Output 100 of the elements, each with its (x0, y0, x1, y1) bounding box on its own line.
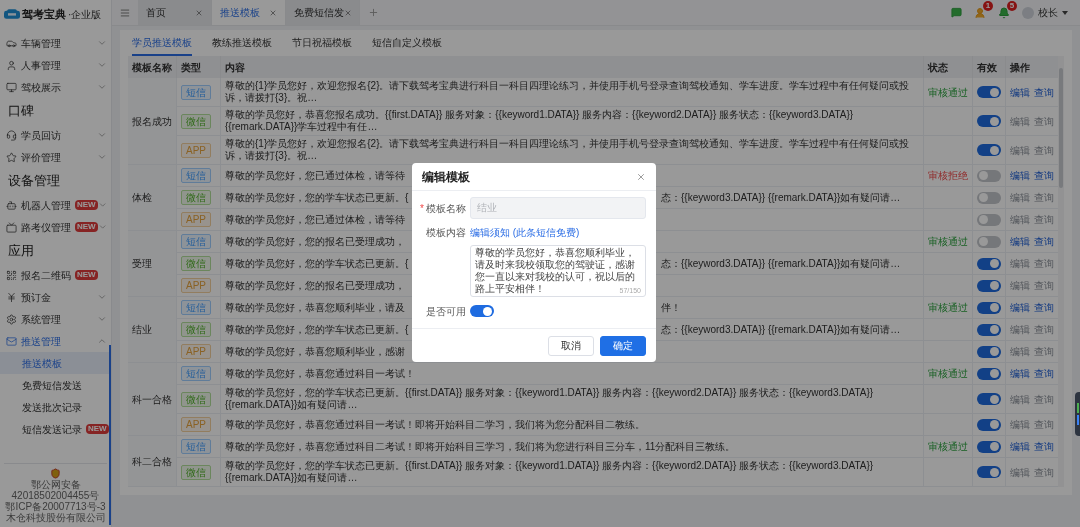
toggle-switch[interactable] (977, 301, 1001, 314)
type-tag: 短信 (181, 168, 211, 183)
toggle-switch[interactable] (977, 191, 1001, 204)
action-link[interactable]: 编辑 (1010, 366, 1030, 381)
menu-item[interactable]: 人事管理 (0, 54, 111, 76)
monitor-icon (6, 81, 17, 93)
menu-item[interactable]: 报名二维码 NEW (0, 264, 111, 286)
type-tag: 微信 (181, 322, 211, 337)
status-text: 审核通过 (928, 368, 968, 379)
toggle-switch[interactable] (977, 257, 1001, 270)
menu-item[interactable]: 系统管理 (0, 308, 111, 330)
toggle-switch[interactable] (977, 115, 1001, 127)
action-link[interactable]: 查询 (1034, 439, 1054, 454)
required-mark: * (420, 201, 424, 216)
car-logo-icon (4, 9, 20, 19)
field-label: 是否可用 (426, 304, 466, 319)
cancel-button[interactable]: 取消 (548, 335, 594, 356)
column-header: 有效 (972, 56, 1006, 78)
user-icon[interactable] (974, 6, 986, 19)
menu-item[interactable]: 学员回访 (0, 124, 111, 146)
template-tab[interactable]: 节日祝福模板 (292, 30, 352, 56)
toggle-switch[interactable] (977, 86, 1001, 98)
toggle-switch[interactable] (977, 323, 1001, 336)
template-text: 尊敬的{1}学员您好，欢迎您报名{2}。请下载驾考宝典进行科目一科目四理论练习，并使用手机号登录查询驾校通知、学车进度。学车过程中有任何疑问或投诉，请拨打{3}。祝… (225, 138, 910, 161)
page-tab[interactable]: 首页 (138, 0, 212, 25)
template-text: 尊敬的学员您好，恭喜您通过科目一考试！ (225, 367, 415, 379)
status-text: 审核通过 (928, 302, 968, 313)
toggle-switch[interactable] (977, 235, 1001, 248)
message-icon[interactable] (951, 7, 962, 18)
template-name: 报名成功 (128, 78, 177, 165)
template-text: 尊敬的学员您好，您的报名已受理成功， (225, 235, 405, 247)
toggle-switch[interactable] (977, 213, 1001, 226)
menu-item[interactable]: 路考仪管理 NEW (0, 216, 111, 238)
status-text: 审核通过 (928, 441, 968, 452)
template-tab[interactable]: 教练推送模板 (212, 30, 272, 56)
menu-item[interactable]: 驾校展示 (0, 76, 111, 98)
footer-text: 鄂公网安备 42018502004455号 (10, 479, 101, 501)
action-link[interactable]: 查询 (1034, 300, 1054, 315)
toggle-switch[interactable] (977, 345, 1001, 358)
bell-icon[interactable] (998, 6, 1010, 19)
close-icon[interactable] (636, 171, 646, 182)
action-link[interactable]: 编辑 (1010, 84, 1030, 100)
toggle-switch[interactable] (977, 279, 1001, 292)
submenu-item[interactable]: 推送模板 (0, 352, 111, 374)
qr-code-icon (6, 269, 17, 281)
page-tab[interactable]: 推送模板 (212, 0, 286, 25)
close-icon[interactable] (195, 8, 203, 17)
close-icon[interactable] (269, 8, 277, 17)
footer-text: 鄂ICP备20007713号-3 (5, 501, 106, 512)
user-name[interactable]: 校长 (1038, 5, 1058, 20)
toggle-switch[interactable] (977, 144, 1001, 156)
template-tab[interactable]: 短信自定义模板 (372, 30, 442, 56)
toggle-switch[interactable] (977, 393, 1001, 405)
toggle-switch[interactable] (977, 440, 1001, 453)
column-header: 内容 (220, 56, 924, 78)
toggle-switch[interactable] (470, 305, 494, 317)
section-title: 应用 (7, 242, 35, 261)
menu-item[interactable]: 机器人管理 NEW (0, 194, 111, 216)
template-text: 尊敬的学员您好，恭喜您通过科目一考试！即将开始科目二学习，我们将为您分配科目二教练。 (225, 418, 645, 430)
logo-text: 驾考宝典 (22, 6, 66, 22)
mail-icon (6, 335, 17, 347)
column-header: 模板名称 (128, 56, 177, 78)
new-badge: NEW (75, 222, 98, 232)
confirm-button[interactable]: 确定 (600, 335, 646, 356)
action-link[interactable]: 查询 (1034, 84, 1054, 100)
field-label: 模板名称 (426, 201, 466, 216)
toggle-switch[interactable] (977, 169, 1001, 182)
template-text: 尊敬的学员您好，恭喜您顺利毕业，感谢 (225, 345, 405, 357)
toggle-switch[interactable] (977, 466, 1001, 478)
template-text: 态：{{keyword3.DATA}} {{remark.DATA}}如有疑问请… (661, 191, 901, 204)
type-tag: 短信 (181, 300, 211, 315)
action-link[interactable]: 编辑 (1010, 300, 1030, 315)
action-link[interactable]: 查询 (1034, 234, 1054, 249)
action-link[interactable]: 编辑 (1010, 439, 1030, 454)
guide-link[interactable]: 编辑须知 (此条短信免费) (470, 224, 580, 240)
page-tab[interactable]: 免费短信发 (286, 0, 360, 25)
type-tag: 微信 (181, 113, 211, 129)
add-tab-icon[interactable] (368, 7, 379, 18)
menu-item[interactable]: 车辆管理 (0, 32, 111, 54)
side-handle[interactable] (1075, 392, 1080, 436)
action-link[interactable]: 查询 (1034, 168, 1054, 183)
template-text: 尊敬的学员您好，恭喜您报名成功。{{first.DATA}} 服务对象：{{keyword1.DATA}} 服务内容：{{keyword2.DATA}} 服务状态：{{keyword3.DATA}} {{remark.DATA}}学车过程中有任… (225, 109, 854, 132)
close-icon[interactable] (344, 8, 352, 17)
screen-icon (6, 221, 17, 233)
type-tag: APP (181, 142, 211, 158)
toggle-switch[interactable] (977, 367, 1001, 380)
action-link[interactable]: 编辑 (1010, 168, 1030, 183)
column-header: 类型 (176, 56, 221, 78)
action-link[interactable]: 编辑 (1010, 234, 1030, 249)
caret-icon (1062, 10, 1068, 15)
menu-item[interactable]: 预订金 (0, 286, 111, 308)
action-link[interactable]: 查询 (1034, 366, 1054, 381)
settings-icon (6, 313, 17, 325)
column-header: 状态 (923, 56, 973, 78)
toggle-switch[interactable] (977, 418, 1001, 431)
type-tag: 短信 (181, 234, 211, 249)
field-label: 模板内容 (426, 225, 466, 240)
status-text: 审核通过 (928, 236, 968, 247)
menu-item[interactable]: 评价管理 (0, 146, 111, 168)
template-text: 尊敬的{1}学员您好，欢迎您报名{2}。请下载驾考宝典进行科目一科目四理论练习，并使用手机号登录查询驾校通知、学车进度。学车过程中有任何疑问或投诉，请拨打{3}。祝… (225, 80, 910, 103)
